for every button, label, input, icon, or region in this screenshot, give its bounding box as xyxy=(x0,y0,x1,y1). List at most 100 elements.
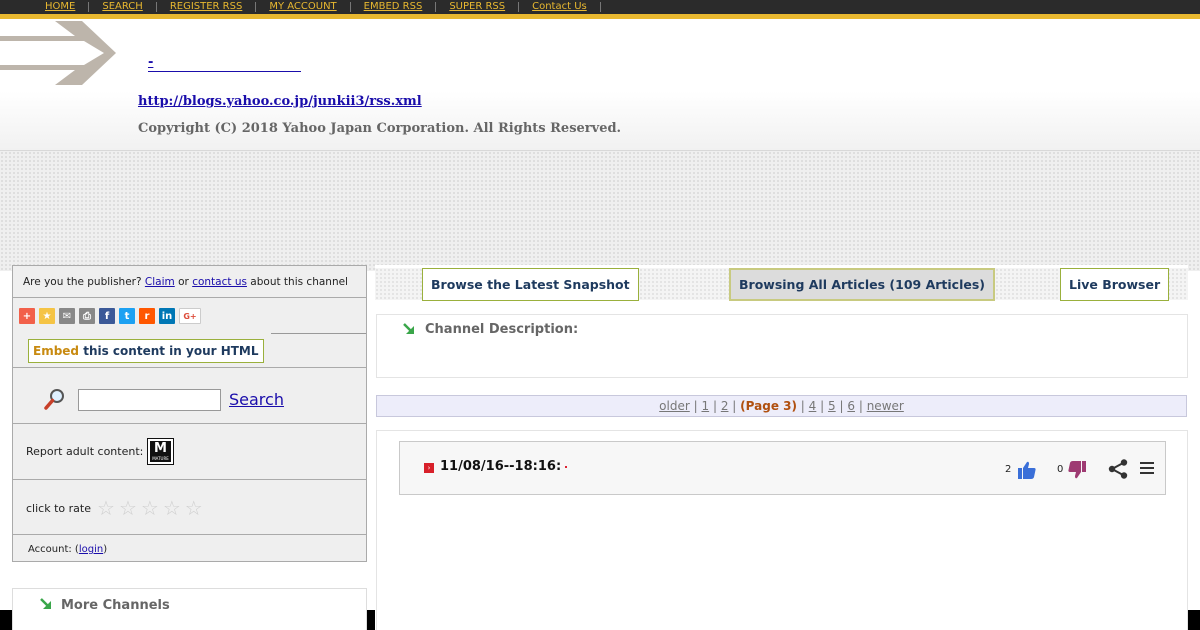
pager-separator: | xyxy=(820,399,825,413)
publisher-question: Are you the publisher? xyxy=(23,276,142,288)
divider-line xyxy=(271,333,366,334)
footer-strip xyxy=(0,610,12,630)
publisher-suffix: about this channel xyxy=(250,276,348,288)
account-row: Account: (login) xyxy=(13,535,366,562)
star-rating: ☆ ☆ ☆ ☆ ☆ xyxy=(97,498,203,518)
more-channels-title: More Channels xyxy=(61,598,170,613)
twitter-icon[interactable]: t xyxy=(119,308,135,324)
magnifier-search-icon xyxy=(44,389,64,410)
pagination: older | 1 | 2 | (Page 3) | 4 | 5 | 6 | n… xyxy=(376,395,1187,417)
adult-content-label: Report adult content: xyxy=(26,445,144,458)
channel-copyright: Copyright (C) 2018 Yahoo Japan Corporati… xyxy=(138,121,622,136)
footer-strip xyxy=(1188,610,1200,630)
nav-separator xyxy=(599,2,601,12)
adult-report-row: Report adult content: M MATURE xyxy=(13,424,366,480)
pager-page-1-link[interactable]: 1 xyxy=(701,399,709,413)
login-link[interactable]: login xyxy=(79,544,103,555)
channel-header: - http://blogs.yahoo.co.jp/junkii3/rss.x… xyxy=(0,19,1200,151)
tab-live-browser[interactable]: Live Browser xyxy=(1060,268,1170,301)
embed-word: Embed xyxy=(33,344,80,358)
facebook-icon[interactable]: f xyxy=(99,308,115,324)
more-channels-panel: More Channels xyxy=(12,588,367,630)
mature-small-text: MATURE xyxy=(152,456,169,461)
star-4-icon[interactable]: ☆ xyxy=(163,498,181,518)
pager-separator: | xyxy=(800,399,805,413)
pager-page-2-link[interactable]: 2 xyxy=(721,399,729,413)
top-navigation-bar: HOME SEARCH REGISTER RSS MY ACCOUNT EMBE… xyxy=(0,0,1200,14)
account-suffix: ) xyxy=(103,544,108,555)
contact-us-link[interactable]: contact us xyxy=(192,276,247,288)
embed-content-button[interactable]: Embed this content in your HTML xyxy=(28,339,264,363)
nav-home-link[interactable]: HOME xyxy=(32,0,88,14)
nav-search-link[interactable]: SEARCH xyxy=(89,0,155,14)
mature-rating-button[interactable]: M MATURE xyxy=(147,438,174,465)
article-marker xyxy=(565,466,567,468)
article-list: › 11/08/16--18:16: 2 0 xyxy=(376,430,1188,630)
pager-page-6-link[interactable]: 6 xyxy=(847,399,855,413)
rating-row: click to rate ☆ ☆ ☆ ☆ ☆ xyxy=(13,480,366,535)
channel-sidebar: Are you the publisher? Claim or contact … xyxy=(12,265,367,562)
search-input[interactable] xyxy=(78,389,221,411)
thumbs-down-icon[interactable] xyxy=(1067,460,1087,480)
article-item[interactable]: › 11/08/16--18:16: 2 0 xyxy=(399,441,1166,495)
nav-contact-us-link[interactable]: Contact Us xyxy=(519,0,600,14)
search-row: Search xyxy=(13,368,366,424)
green-arrow-icon xyxy=(403,323,414,334)
pager-separator: | xyxy=(693,399,698,413)
star-2-icon[interactable]: ☆ xyxy=(119,498,137,518)
mature-letter: M xyxy=(154,441,167,456)
hamburger-menu-icon[interactable] xyxy=(1139,460,1155,476)
star-1-icon[interactable]: ☆ xyxy=(97,498,115,518)
print-icon[interactable]: ⎙ xyxy=(79,308,95,324)
main-content: Browse the Latest Snapshot Browsing All … xyxy=(375,265,1188,630)
nav-register-rss-link[interactable]: REGISTER RSS xyxy=(157,0,256,14)
linkedin-icon[interactable]: in xyxy=(159,308,175,324)
footer-strip xyxy=(367,610,375,630)
share-icon[interactable] xyxy=(1107,458,1129,480)
article-title[interactable]: 11/08/16--18:16: xyxy=(440,459,561,474)
pager-separator: | xyxy=(712,399,717,413)
banner-area xyxy=(0,151,1200,271)
pager-page-5-link[interactable]: 5 xyxy=(828,399,836,413)
article-expand-icon[interactable]: › xyxy=(424,463,434,473)
pager-separator: | xyxy=(858,399,863,413)
addthis-icon[interactable]: + xyxy=(19,308,35,324)
favorites-icon[interactable]: ★ xyxy=(39,308,55,324)
account-prefix: Account: ( xyxy=(28,544,79,555)
pager-page-4-link[interactable]: 4 xyxy=(809,399,817,413)
share-row: + ★ ✉ ⎙ f t r in G+ Embed this content i… xyxy=(13,298,366,368)
top-nav-list: HOME SEARCH REGISTER RSS MY ACCOUNT EMBE… xyxy=(32,0,601,14)
channel-title-link[interactable]: - xyxy=(148,53,301,72)
tab-latest-snapshot[interactable]: Browse the Latest Snapshot xyxy=(422,268,639,301)
green-arrow-icon xyxy=(40,598,51,609)
pager-newer-link[interactable]: newer xyxy=(867,399,904,413)
upvote-count: 2 xyxy=(1005,464,1012,475)
pager-current-page: (Page 3) xyxy=(740,399,797,413)
search-button[interactable]: Search xyxy=(229,390,284,409)
claim-link[interactable]: Claim xyxy=(145,276,175,288)
or-text: or xyxy=(178,276,189,288)
publisher-claim-row: Are you the publisher? Claim or contact … xyxy=(13,266,366,298)
nav-super-rss-link[interactable]: SUPER RSS xyxy=(436,0,518,14)
star-3-icon[interactable]: ☆ xyxy=(141,498,159,518)
tab-all-articles-label: Browsing All Articles (109 Articles) xyxy=(739,277,985,292)
nav-my-account-link[interactable]: MY ACCOUNT xyxy=(256,0,349,14)
star-5-icon[interactable]: ☆ xyxy=(185,498,203,518)
channel-description-panel: Channel Description: xyxy=(376,314,1188,378)
pager-separator: | xyxy=(839,399,844,413)
pager-older-link[interactable]: older xyxy=(659,399,690,413)
email-icon[interactable]: ✉ xyxy=(59,308,75,324)
rate-label: click to rate xyxy=(26,502,91,515)
nav-embed-rss-link[interactable]: EMBED RSS xyxy=(351,0,436,14)
channel-description-title: Channel Description: xyxy=(425,322,579,337)
share-icon-list: + ★ ✉ ⎙ f t r in G+ xyxy=(19,308,201,324)
tab-all-articles[interactable]: Browsing All Articles (109 Articles) xyxy=(729,268,995,301)
embed-rest: this content in your HTML xyxy=(83,344,259,358)
rss-url-link[interactable]: http://blogs.yahoo.co.jp/junkii3/rss.xml xyxy=(138,94,422,109)
reddit-icon[interactable]: r xyxy=(139,308,155,324)
arrow-logo-icon xyxy=(0,21,116,85)
thumbs-up-icon[interactable] xyxy=(1017,460,1037,480)
google-plus-icon[interactable]: G+ xyxy=(179,308,201,324)
pager-separator: | xyxy=(732,399,737,413)
downvote-count: 0 xyxy=(1057,464,1064,475)
